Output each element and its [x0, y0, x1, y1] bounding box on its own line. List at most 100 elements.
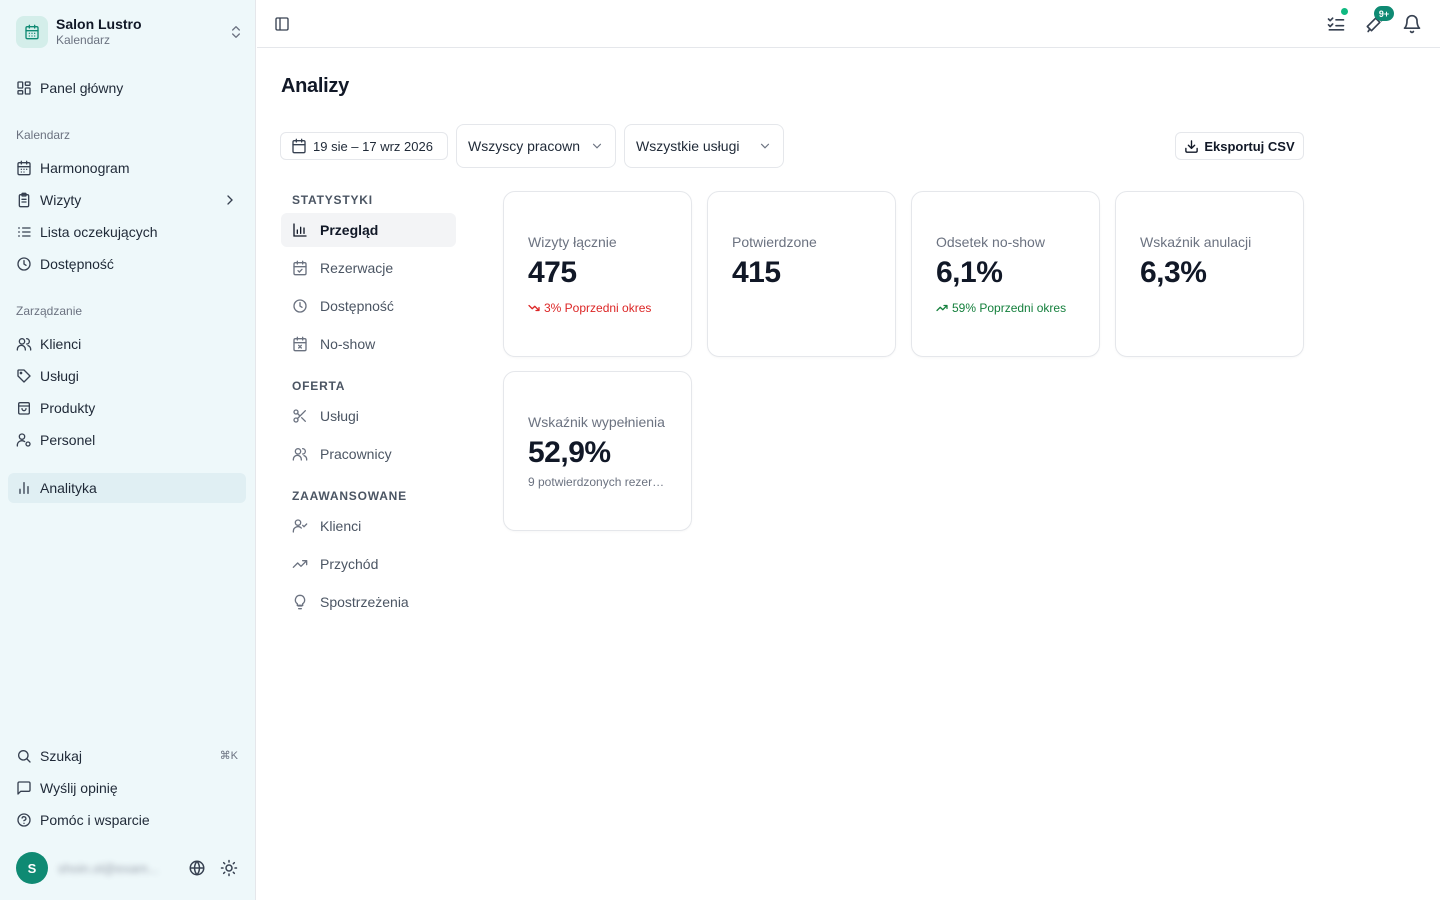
announcements-badge: 9+: [1374, 6, 1394, 21]
sidebar-item-waitlist[interactable]: Lista oczekujących: [8, 217, 246, 247]
subnav-item-overview[interactable]: Przegląd: [281, 213, 456, 247]
user-menu[interactable]: S shoin.ol@exam...: [16, 852, 244, 884]
stat-card-total-visits: Wizyty łącznie 475 3% Poprzedni okres: [503, 191, 692, 357]
sidebar-item-availability[interactable]: Dostępność: [8, 249, 246, 279]
workspace-subtitle: Kalendarz: [56, 33, 111, 47]
page-title: Analizy: [281, 75, 349, 97]
subnav-item-insights[interactable]: Spostrzeżenia: [281, 585, 456, 619]
subnav-item-services[interactable]: Usługi: [281, 399, 456, 433]
stat-card-confirmed: Potwierdzone 415: [707, 191, 896, 357]
message-square-icon: [16, 780, 32, 796]
date-range-value: 19 sie – 17 wrz 2026: [313, 138, 433, 154]
sidebar-item-label: Harmonogram: [40, 160, 130, 176]
user-email: shoin.ol@exam...: [58, 860, 159, 876]
subnav-item-label: Rezerwacje: [320, 260, 394, 276]
download-icon: [1184, 139, 1199, 154]
subnav-item-label: No-show: [320, 336, 376, 352]
subnav-item-noshow[interactable]: No-show: [281, 327, 456, 361]
sidebar-item-label: Pomóc i wsparcie: [40, 812, 150, 828]
staff-select-value: Wszyscy pracown: [468, 138, 581, 154]
subnav-item-label: Dostępność: [320, 298, 394, 314]
sidebar-item-label: Dostępność: [40, 256, 114, 272]
layout-dashboard-icon: [16, 80, 32, 96]
subnav-item-label: Spostrzeżenia: [320, 594, 409, 610]
scissors-icon: [292, 408, 308, 424]
sidebar-item-products[interactable]: Produkty: [8, 393, 246, 423]
sidebar-item-search[interactable]: Szukaj ⌘K: [8, 741, 246, 771]
sidebar-item-label: Panel główny: [40, 80, 124, 96]
sidebar-item-analytics[interactable]: Analityka: [8, 473, 246, 503]
announcements-button[interactable]: 9+: [1364, 6, 1394, 34]
stat-card-trend-text: 3% Poprzedni okres: [544, 301, 652, 315]
stat-card-fill-rate: Wskaźnik wypełnienia 52,9% 9 potwierdzon…: [503, 371, 692, 531]
subnav-group-stats: STATYSTYKI: [292, 193, 373, 207]
topbar: 9+: [257, 0, 1440, 48]
bar-chart-icon: [16, 480, 32, 496]
stat-card-value: 52,9%: [528, 436, 611, 469]
stat-card-noshow-rate: Odsetek no-show 6,1% 59% Poprzedni okres: [911, 191, 1100, 357]
chevron-right-icon: [222, 192, 238, 208]
stat-card-cancellation-rate: Wskaźnik anulacji 6,3%: [1115, 191, 1304, 357]
sidebar-group-management: Zarządzanie: [16, 304, 83, 318]
trending-up-icon: [292, 556, 308, 572]
sun-icon[interactable]: [220, 859, 238, 877]
chevron-down-icon: [590, 139, 604, 153]
clipboard-list-icon: [16, 192, 32, 208]
sidebar-item-services[interactable]: Usługi: [8, 361, 246, 391]
globe-icon[interactable]: [188, 859, 206, 877]
stat-card-value: 475: [528, 256, 577, 289]
sidebar-item-feedback[interactable]: Wyślij opinię: [8, 773, 246, 803]
sidebar-item-staff[interactable]: Personel: [8, 425, 246, 455]
services-select-value: Wszystkie usługi: [636, 138, 740, 154]
sidebar-item-visits[interactable]: Wizyty: [8, 185, 246, 215]
export-csv-label: Eksportuj CSV: [1204, 138, 1295, 154]
stat-card-value: 6,3%: [1140, 256, 1207, 289]
date-range-picker[interactable]: 19 sie – 17 wrz 2026: [280, 132, 448, 160]
clock-icon: [16, 256, 32, 272]
users-icon: [16, 336, 32, 352]
bar-chart-icon: [292, 222, 308, 238]
services-select[interactable]: Wszystkie usługi: [624, 124, 784, 168]
sidebar-item-label: Analityka: [40, 480, 97, 496]
trending-down-icon: [528, 302, 540, 314]
stat-card-trend-text: 59% Poprzedni okres: [952, 301, 1067, 315]
panel-left-icon[interactable]: [274, 16, 290, 32]
stat-card-label: Potwierdzone: [732, 234, 817, 250]
stat-card-subtext: 9 potwierdzonych rezerwacji: [528, 475, 668, 489]
sidebar-item-label: Klienci: [40, 336, 82, 352]
stat-card-value: 6,1%: [936, 256, 1003, 289]
sidebar: Salon Lustro Kalendarz Panel główny Kale…: [0, 0, 256, 900]
subnav-item-label: Przegląd: [320, 222, 379, 238]
user-check-icon: [292, 518, 308, 534]
subnav-item-reservations[interactable]: Rezerwacje: [281, 251, 456, 285]
shopping-bag-icon: [16, 400, 32, 416]
search-shortcut: ⌘K: [219, 750, 238, 762]
bell-icon: [1402, 14, 1422, 34]
subnav-item-label: Przychód: [320, 556, 379, 572]
notifications-button[interactable]: [1402, 14, 1422, 34]
export-csv-button[interactable]: Eksportuj CSV: [1175, 132, 1304, 160]
sidebar-item-label: Personel: [40, 432, 96, 448]
stat-card-label: Wskaźnik wypełnienia: [528, 414, 665, 430]
calendar-check-icon: [292, 260, 308, 276]
workspace-switcher[interactable]: Salon Lustro Kalendarz: [16, 14, 244, 50]
subnav-item-availability[interactable]: Dostępność: [281, 289, 456, 323]
tasks-button[interactable]: [1326, 7, 1349, 34]
subnav-item-revenue[interactable]: Przychód: [281, 547, 456, 581]
avatar[interactable]: S: [16, 852, 48, 884]
sidebar-item-label: Wyślij opinię: [40, 780, 118, 796]
subnav-item-clients[interactable]: Klienci: [281, 509, 456, 543]
stat-card-value: 415: [732, 256, 781, 289]
sidebar-item-dashboard[interactable]: Panel główny: [8, 73, 246, 103]
staff-select[interactable]: Wszyscy pracown: [456, 124, 616, 168]
sidebar-item-label: Lista oczekujących: [40, 224, 158, 240]
sidebar-item-label: Produkty: [40, 400, 96, 416]
sidebar-item-help[interactable]: Pomóc i wsparcie: [8, 805, 246, 835]
subnav-item-label: Klienci: [320, 518, 362, 534]
sidebar-item-schedule[interactable]: Harmonogram: [8, 153, 246, 183]
calendar-logo-icon: [16, 16, 48, 48]
subnav-item-workers[interactable]: Pracownicy: [281, 437, 456, 471]
sidebar-item-clients[interactable]: Klienci: [8, 329, 246, 359]
calendar-icon: [16, 160, 32, 176]
stat-card-label: Wskaźnik anulacji: [1140, 234, 1252, 250]
